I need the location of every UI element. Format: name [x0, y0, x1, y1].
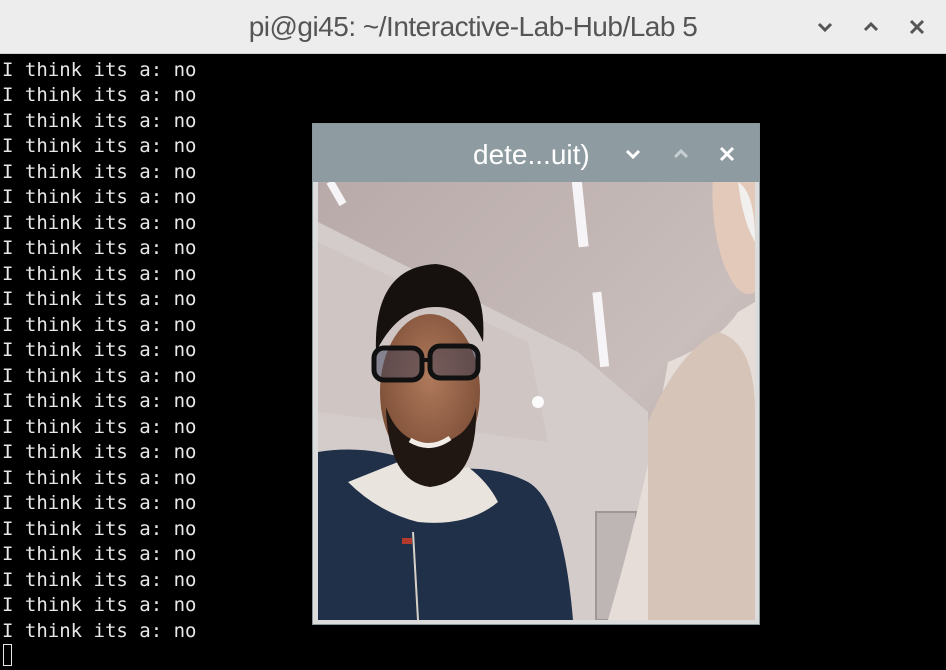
terminal-line: I think its a: no — [2, 135, 197, 157]
detection-window-title: dete...uit) — [473, 139, 590, 170]
terminal-line: I think its a: no — [2, 84, 197, 106]
terminal-titlebar[interactable]: pi@gi45: ~/Interactive-Lab-Hub/Lab 5 — [0, 0, 946, 54]
terminal-cursor — [3, 644, 12, 666]
terminal-line: I think its a: no — [2, 543, 197, 565]
terminal-line: I think its a: no — [2, 441, 197, 463]
window-title: pi@gi45: ~/Interactive-Lab-Hub/Lab 5 — [248, 11, 698, 42]
terminal-line: I think its a: no — [2, 416, 197, 438]
terminal-line: I think its a: no — [2, 161, 197, 183]
chevron-down-icon — [817, 22, 833, 32]
chevron-up-icon — [673, 149, 689, 159]
popup-close-button[interactable] — [713, 140, 741, 168]
terminal-line: I think its a: no — [2, 365, 197, 387]
terminal-line: I think its a: no — [2, 288, 197, 310]
terminal-line: I think its a: no — [2, 518, 197, 540]
close-icon — [909, 19, 925, 35]
close-icon — [719, 146, 735, 162]
terminal-line: I think its a: no — [2, 237, 197, 259]
popup-minimize-button[interactable] — [619, 140, 647, 168]
popup-maximize-button[interactable] — [667, 140, 695, 168]
detection-window[interactable]: dete...uit) — [313, 124, 759, 624]
camera-feed — [318, 182, 755, 620]
close-button[interactable] — [900, 10, 934, 44]
minimize-button[interactable] — [808, 10, 842, 44]
terminal-line: I think its a: no — [2, 594, 197, 616]
terminal-line: I think its a: no — [2, 263, 197, 285]
chevron-up-icon — [863, 22, 879, 32]
terminal-line: I think its a: no — [2, 314, 197, 336]
terminal-line: I think its a: no — [2, 620, 197, 642]
terminal-line: I think its a: no — [2, 339, 197, 361]
terminal-line: I think its a: no — [2, 467, 197, 489]
terminal-line: I think its a: no — [2, 569, 197, 591]
detection-window-titlebar[interactable]: dete...uit) — [313, 124, 759, 182]
terminal-line: I think its a: no — [2, 492, 197, 514]
terminal-line: I think its a: no — [2, 212, 197, 234]
terminal-line: I think its a: no — [2, 59, 197, 81]
camera-frame-image — [318, 182, 755, 620]
maximize-button[interactable] — [854, 10, 888, 44]
terminal-line: I think its a: no — [2, 390, 197, 412]
chevron-down-icon — [625, 149, 641, 159]
terminal-line: I think its a: no — [2, 110, 197, 132]
terminal-line: I think its a: no — [2, 186, 197, 208]
